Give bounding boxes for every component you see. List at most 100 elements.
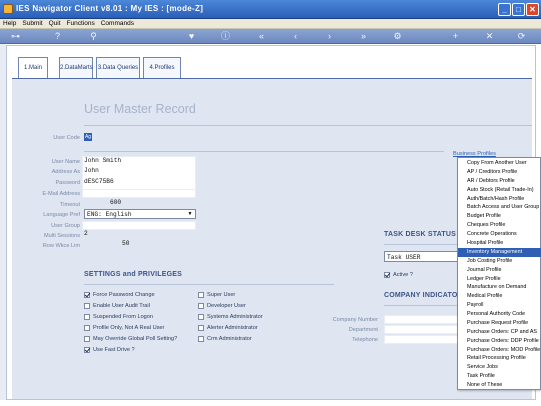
language-value: ENG: English xyxy=(87,211,132,218)
developer-user-checkbox[interactable] xyxy=(198,303,204,309)
tab-datamarts[interactable]: 2.DataMarts xyxy=(59,57,93,78)
close-button[interactable]: ✕ xyxy=(526,3,539,16)
dropdown-item[interactable]: AR / Debtors Profile xyxy=(458,177,541,186)
timeout-field[interactable]: 600 xyxy=(110,199,121,206)
profile-only-checkbox[interactable] xyxy=(84,325,90,331)
audit-trail-checkbox[interactable] xyxy=(84,303,90,309)
alerter-admin-checkbox[interactable] xyxy=(198,325,204,331)
app-icon xyxy=(3,4,13,14)
info-icon[interactable]: ⓘ xyxy=(220,31,231,42)
force-password-checkbox[interactable] xyxy=(84,292,90,298)
maximize-button[interactable]: □ xyxy=(512,3,525,16)
dropdown-item[interactable]: Task Profile xyxy=(458,372,541,381)
crm-admin-checkbox[interactable] xyxy=(198,336,204,342)
first-icon[interactable]: « xyxy=(256,31,267,42)
form-panel xyxy=(12,79,532,399)
minimize-button[interactable]: _ xyxy=(498,3,511,16)
password-label: Password xyxy=(55,180,80,186)
dropdown-item[interactable]: Job Costing Profile xyxy=(458,257,541,266)
dropdown-item[interactable]: Concrete Operations xyxy=(458,230,541,239)
dropdown-item[interactable]: Manufacture on Demand xyxy=(458,283,541,292)
next-icon[interactable]: › xyxy=(324,31,335,42)
user-code-field[interactable]: Ag xyxy=(84,133,92,141)
systems-admin-checkbox[interactable] xyxy=(198,314,204,320)
crm-admin-label: Crm Administrator xyxy=(207,336,252,342)
divider xyxy=(84,125,532,126)
email-field[interactable] xyxy=(82,189,196,198)
override-poll-checkbox[interactable] xyxy=(84,336,90,342)
dropdown-item[interactable]: Purchase Orders: CP and AS xyxy=(458,328,541,337)
multi-sessions-label: Multi Sessions xyxy=(43,233,80,239)
dropdown-item[interactable]: Cheques Profile xyxy=(458,221,541,230)
telephone-field[interactable] xyxy=(384,335,458,344)
dropdown-item[interactable]: Batch Access and User Group xyxy=(458,203,541,212)
fast-drive-checkbox[interactable] xyxy=(84,347,90,353)
dropdown-item[interactable]: Payroll xyxy=(458,301,541,310)
dropdown-item[interactable]: Ledger Profile xyxy=(458,275,541,284)
active-checkbox[interactable] xyxy=(384,272,390,278)
chevron-down-icon[interactable]: ▼ xyxy=(186,211,194,218)
refresh-icon[interactable]: ⟳ xyxy=(516,31,527,42)
divider xyxy=(384,244,458,245)
settings-icon[interactable]: ⚙ xyxy=(392,31,403,42)
dropdown-item-highlighted[interactable]: Inventory Management xyxy=(458,247,541,257)
timeout-label: Timeout xyxy=(60,202,80,208)
dropdown-item[interactable]: Service Jobs xyxy=(458,363,541,372)
department-field[interactable] xyxy=(384,325,458,334)
dropdown-item[interactable]: Auto Stock (Retail Trade-In) xyxy=(458,186,541,195)
last-icon[interactable]: » xyxy=(358,31,369,42)
audit-trail-label: Enable User Audit Trail xyxy=(93,303,150,309)
password-field[interactable]: dESC75B6 xyxy=(84,178,114,185)
dropdown-item[interactable]: Auth/Batch/Hash Profile xyxy=(458,195,541,204)
dropdown-item[interactable]: Copy From Another User xyxy=(458,159,541,168)
alerter-admin-label: Alerter Administrator xyxy=(207,325,258,331)
super-user-label: Super User xyxy=(207,292,236,298)
dropdown-item[interactable]: Purchase Request Profile xyxy=(458,319,541,328)
menu-commands[interactable]: Commands xyxy=(98,19,137,27)
page-title: User Master Record xyxy=(84,102,196,116)
dropdown-item[interactable]: Budget Profile xyxy=(458,212,541,221)
user-name-field[interactable]: John Smith xyxy=(84,157,121,164)
dropdown-item[interactable]: Personal Authority Code xyxy=(458,310,541,319)
search-icon[interactable]: ⚲ xyxy=(88,31,99,42)
key-icon[interactable]: ⊶ xyxy=(10,31,21,42)
user-name-label: User Name xyxy=(51,159,80,165)
user-group-field[interactable] xyxy=(82,221,196,230)
language-select[interactable]: ENG: English ▼ xyxy=(84,209,196,219)
heart-icon[interactable]: ♥ xyxy=(186,31,197,42)
rows-field[interactable]: 50 xyxy=(122,240,129,247)
task-desk-value: Task USER xyxy=(387,254,421,261)
menu-help[interactable]: Help xyxy=(0,19,19,27)
dropdown-item[interactable]: Purchase Orders: DDP Profile xyxy=(458,337,541,346)
divider xyxy=(384,305,458,306)
dropdown-item[interactable]: None of These xyxy=(458,381,541,390)
menu-submit[interactable]: Submit xyxy=(19,19,45,27)
dropdown-item[interactable]: Medical Profile xyxy=(458,292,541,301)
dropdown-item[interactable]: AP / Creditors Profile xyxy=(458,168,541,177)
multi-sessions-field[interactable]: 2 xyxy=(84,230,88,237)
address-as-field[interactable]: John xyxy=(84,167,99,174)
tab-main[interactable]: 1.Main xyxy=(18,57,48,78)
task-desk-select[interactable]: Task USER xyxy=(384,251,464,262)
add-icon[interactable]: + xyxy=(450,31,461,42)
dropdown-item[interactable]: Purchase Orders: MOD Profile xyxy=(458,346,541,355)
suspended-label: Suspended From Logon xyxy=(93,314,154,320)
tab-profiles[interactable]: 4.Profiles xyxy=(143,57,181,78)
company-number-field[interactable] xyxy=(384,315,458,324)
suspended-checkbox[interactable] xyxy=(84,314,90,320)
delete-icon[interactable]: ✕ xyxy=(484,31,495,42)
menu-quit[interactable]: Quit xyxy=(46,19,64,27)
menu-functions[interactable]: Functions xyxy=(64,19,98,27)
tab-data-queries[interactable]: 3.Data Queries xyxy=(96,57,140,78)
super-user-checkbox[interactable] xyxy=(198,292,204,298)
help-icon[interactable]: ? xyxy=(52,31,63,42)
business-profiles-dropdown: Copy From Another User AP / Creditors Pr… xyxy=(457,157,541,390)
dropdown-item[interactable]: Journal Profile xyxy=(458,266,541,275)
divider xyxy=(84,151,444,152)
user-group-label: User Group xyxy=(51,223,80,229)
prev-icon[interactable]: ‹ xyxy=(290,31,301,42)
rows-label: Row Wkce Lim xyxy=(42,243,80,249)
dropdown-item[interactable]: Retail Processing Profile xyxy=(458,354,541,363)
company-heading: COMPANY INDICATORS xyxy=(384,292,468,299)
dropdown-item[interactable]: Hospital Profile xyxy=(458,239,541,248)
